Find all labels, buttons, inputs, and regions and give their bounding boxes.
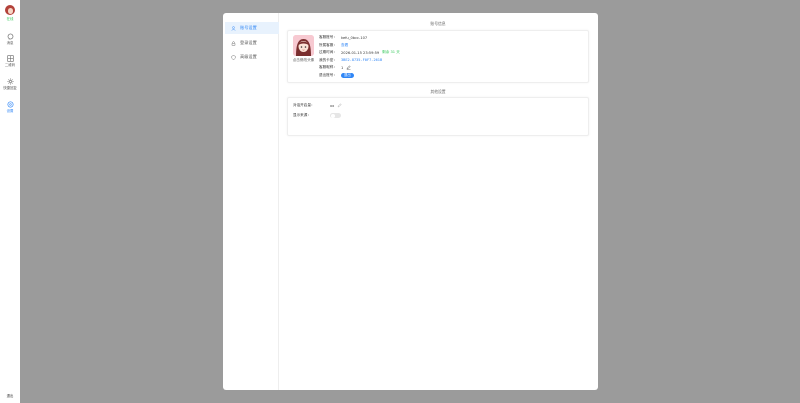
rail-item-label: 设置 [6,109,14,113]
settings-menu: 账号设置 登录设置 高级设置 [223,13,279,390]
dialog-count-value: xx [330,103,335,108]
view-owner-link[interactable]: 查看 [341,43,348,48]
card-key-value[interactable]: 3BE2-8735-F0F7-261B [341,58,382,62]
rail-item-settings[interactable]: 设置 [0,101,20,113]
chat-icon [7,33,13,40]
lock-icon [231,40,236,46]
left-rail: 在线 消息 二维码 快捷回复 设置 退出 [0,0,20,403]
sparkle-icon [6,78,14,85]
menu-item-login-settings[interactable]: 登录设置 [225,37,279,49]
info-row-expiry: 过期时间： 2026-01-15 23:59:59 剩余 31 天 [319,49,400,57]
info-key: 对话开启量： [293,103,315,108]
rail-item-label: 消息 [6,41,14,45]
info-key: 客服账号： [319,35,337,40]
edit-icon[interactable] [346,65,351,70]
expiry-time: 2026-01-15 23:59:59 [341,50,380,55]
info-row-owner: 所属客服： 查看 [319,42,400,50]
settings-icon [7,101,13,108]
info-row-nickname: 客服昵称： 1 [319,64,400,72]
info-key: 我的卡密： [319,57,337,62]
user-avatar[interactable] [5,5,15,15]
nickname-value: 1 [341,65,344,70]
edit-icon[interactable] [337,103,342,108]
rail-item-messages[interactable]: 消息 [0,33,20,45]
info-key: 所属客服： [319,42,337,47]
info-key: 过期时间： [319,50,337,55]
rail-item-label: 二维码 [4,63,16,67]
qrcode-icon [6,55,14,62]
account-logout-button[interactable]: 退出 [341,72,354,78]
other-section-title: 其他设置 [430,89,446,94]
rail-item-label: 快捷回复 [3,86,17,90]
online-status: 在线 [6,17,14,21]
other-row-source: 显示来源： [293,112,341,120]
other-row-dialog: 对话开启量： xx [293,102,342,110]
info-row-account: 客服账号： kefu_0bcc-107 [319,34,400,42]
rail-item-qrcode[interactable]: 二维码 [0,55,20,67]
info-key: 显示来源： [293,113,311,118]
account-id: kefu_0bcc-107 [341,35,368,40]
avatar-portrait-icon [293,35,314,56]
account-card: 点击修改头像 客服账号： kefu_0bcc-107 所属客服： 查看 过期时间… [287,30,589,83]
logout-button[interactable]: 退出 [0,393,20,398]
settings-panel: 账号设置 登录设置 高级设置 账号信息 点击修改头像 客服账号： kefu_0b… [223,13,598,390]
profile-avatar[interactable] [293,35,314,56]
remaining-days: 剩余 31 天 [382,50,400,55]
rail-item-quick-reply[interactable]: 快捷回复 [0,78,20,90]
info-row-logout: 退出账号： 退出 [319,72,400,80]
show-source-toggle[interactable] [330,113,341,119]
shield-icon [231,54,236,60]
account-info: 客服账号： kefu_0bcc-107 所属客服： 查看 过期时间： 2026-… [319,34,400,79]
menu-item-account-settings[interactable]: 账号设置 [225,22,279,34]
menu-item-label: 账号设置 [240,25,257,30]
other-settings-card: 对话开启量： xx 显示来源： [287,97,589,136]
menu-item-label: 高级设置 [240,54,257,59]
user-icon [231,25,236,31]
info-row-card-key: 我的卡密： 3BE2-8735-F0F7-261B [319,57,400,65]
info-key: 退出账号： [319,72,337,77]
menu-item-advanced-settings[interactable]: 高级设置 [225,51,279,63]
menu-item-label: 登录设置 [240,40,257,45]
account-section-title: 账号信息 [430,21,446,26]
avatar-caption[interactable]: 点击修改头像 [288,58,319,63]
info-key: 客服昵称： [319,65,337,70]
